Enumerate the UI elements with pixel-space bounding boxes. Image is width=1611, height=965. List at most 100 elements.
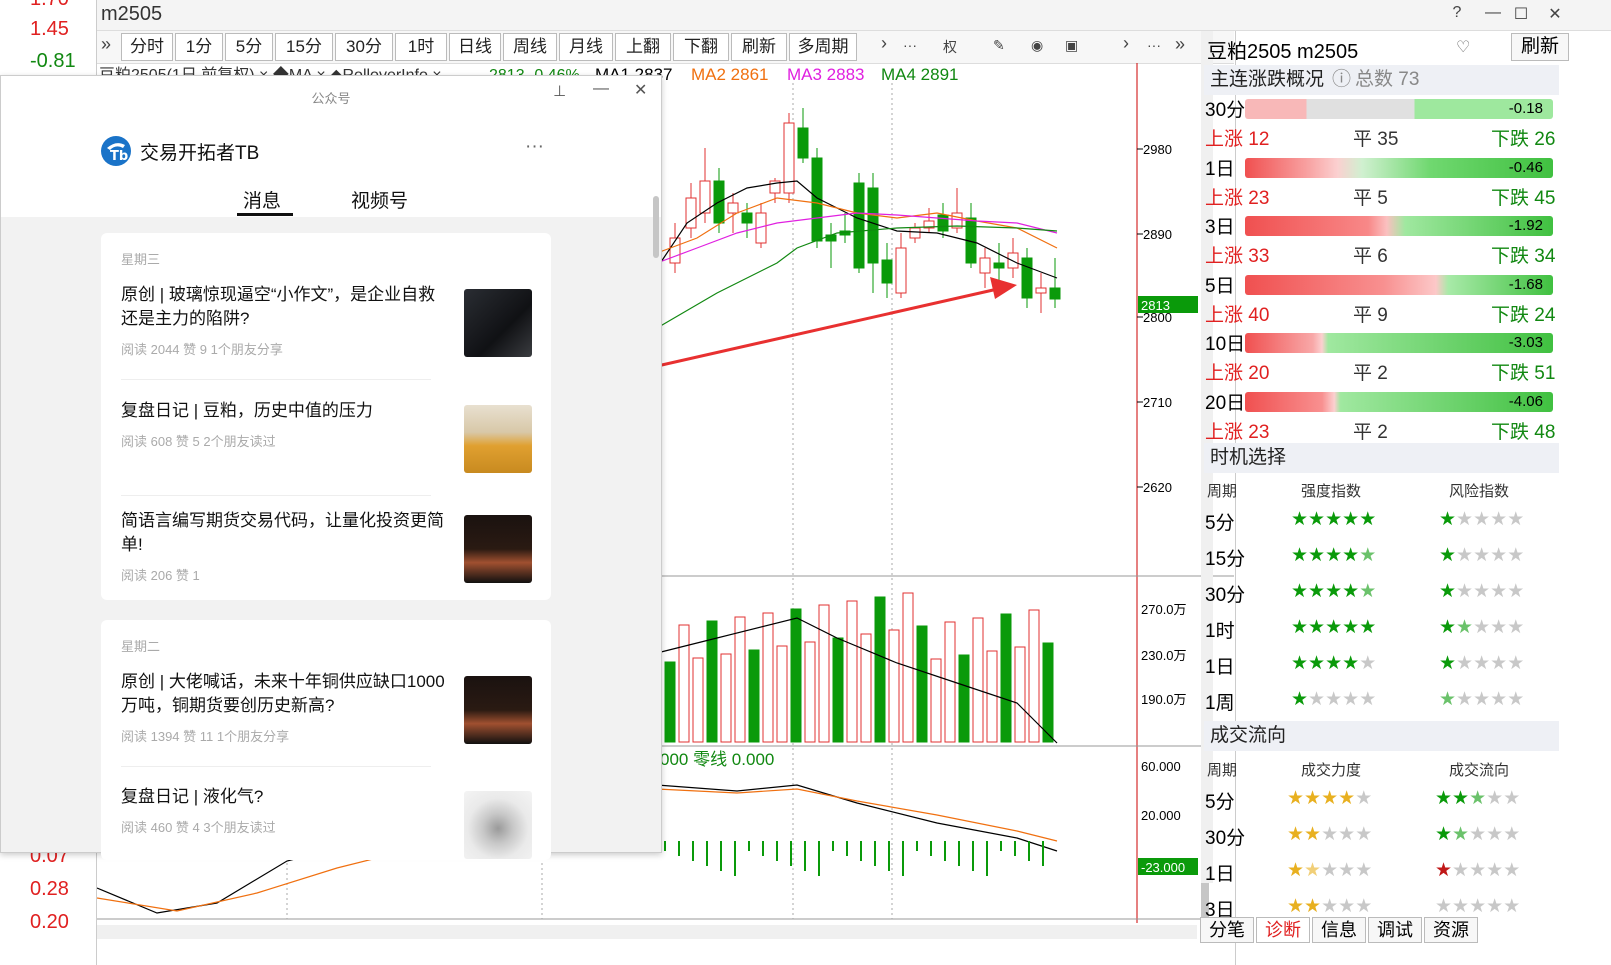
volume-tick-2: 190.0万 [1141, 692, 1187, 707]
pin-icon[interactable]: ⊥ [553, 82, 566, 100]
article-item[interactable]: 原创 | 大佬喊话，未来十年铜供应缺口1000万吨，铜期货要创历史新高? 阅读 1… [121, 670, 451, 745]
period-button-1[interactable]: 1分 [175, 33, 223, 61]
timing-period-3: 1时 [1205, 621, 1235, 642]
bottom-tab-1[interactable]: 诊断 [1256, 917, 1310, 943]
article-meta: 阅读 608 赞 5 2个朋友读过 [121, 434, 276, 449]
timing-col-header-1: 强度指数 [1301, 483, 1362, 500]
period-button-11[interactable]: 刷新 [731, 33, 787, 61]
timing-period-5: 1周 [1205, 693, 1235, 714]
close-icon[interactable]: ✕ [1543, 4, 1567, 24]
eye-icon[interactable]: ◉ [1031, 37, 1043, 54]
period-button-7[interactable]: 周线 [503, 33, 557, 61]
article-thumbnail[interactable] [464, 289, 532, 357]
overview-flat-0: 平 35 [1353, 129, 1399, 150]
overview-bar-5: -4.06 [1245, 391, 1553, 412]
popup-close-icon[interactable]: ✕ [634, 80, 647, 100]
popup-minimize-icon[interactable]: — [593, 80, 609, 98]
volume-bar-7 [762, 612, 774, 743]
article-title[interactable]: 复盘日记 | 豆粕，历史中值的压力 [121, 399, 451, 423]
layout-icon[interactable]: ▣ [1065, 37, 1078, 54]
favorite-icon[interactable]: ♡ [1456, 37, 1470, 57]
tab-messages[interactable]: 消息 [243, 186, 281, 213]
timing-strength-stars-0: ★★★★★ [1291, 509, 1377, 530]
candle-body-19 [937, 214, 949, 232]
period-button-5[interactable]: 1时 [395, 33, 447, 61]
period-button-4[interactable]: 30分 [335, 33, 393, 61]
article-item[interactable]: 复盘日记 | 豆粕，历史中值的压力阅读 608 赞 5 2个朋友读过 [121, 399, 451, 450]
more-icon[interactable]: ··· [525, 136, 544, 158]
candle-body-25 [1021, 257, 1033, 299]
candle-body-15 [881, 259, 893, 284]
pen-icon[interactable]: ✎ [993, 37, 1005, 54]
timing-period-1: 15分 [1205, 549, 1246, 570]
toolbar-quan-icon[interactable]: 权 [943, 37, 957, 57]
period-button-2[interactable]: 5分 [225, 33, 273, 61]
overview-up-1: 上涨 23 [1205, 187, 1270, 209]
article-item[interactable]: 简语言编写期货交易代码，让量化投资更简单! 阅读 206 赞 1 [121, 509, 451, 584]
bottom-tab-0[interactable]: 分笔 [1200, 917, 1254, 943]
legend-ma3: MA3 2883 [787, 65, 865, 84]
refresh-button[interactable]: 刷新 [1511, 33, 1569, 61]
timing-strength-stars-5: ★★★★★ [1291, 689, 1377, 710]
timing-risk-stars-2: ★★★★★ [1439, 581, 1525, 602]
price-tick-3: 2710 [1143, 395, 1172, 410]
article-title[interactable]: 复盘日记 | 液化气? [121, 785, 451, 809]
flow-power-stars-0: ★★★★★ [1287, 788, 1373, 809]
period-button-12[interactable]: 多周期 [789, 33, 857, 61]
period-button-8[interactable]: 月线 [559, 33, 613, 61]
overview-bar-value-4: -3.03 [1508, 334, 1543, 351]
article-thumbnail[interactable] [464, 515, 532, 583]
timing-strength-stars-1: ★★★★★ [1291, 545, 1377, 566]
left-price-5: 0.20 [30, 911, 69, 933]
flow-direction-stars-1: ★★★★★ [1435, 824, 1521, 845]
maximize-icon[interactable]: ☐ [1509, 4, 1533, 24]
candle-body-22 [979, 257, 991, 274]
flow-col-header-1: 成交力度 [1301, 762, 1362, 779]
article-title[interactable]: 原创 | 大佬喊话，未来十年铜供应缺口1000万吨，铜期货要创历史新高? [121, 670, 451, 718]
bottom-tab-3[interactable]: 调试 [1368, 917, 1422, 943]
legend-ma4: MA4 2891 [881, 65, 959, 84]
article-item[interactable]: 原创 | 玻璃惊现逼空“小作文”，是企业自救还是主力的陷阱? 阅读 2044 赞 … [121, 283, 451, 358]
period-button-6[interactable]: 日线 [449, 33, 501, 61]
article-title[interactable]: 原创 | 玻璃惊现逼空“小作文”，是企业自救还是主力的陷阱? [121, 283, 451, 331]
article-thumbnail[interactable] [464, 405, 532, 473]
overview-down-3: 下跌 24 [1491, 304, 1556, 326]
candle-body-23 [993, 262, 1005, 269]
help-icon[interactable]: ? [1445, 4, 1469, 22]
article-item[interactable]: 复盘日记 | 液化气? 阅读 460 赞 4 3个朋友读过 [121, 785, 451, 836]
overview-bar-value-1: -0.46 [1508, 158, 1543, 176]
bottom-tab-4[interactable]: 资源 [1424, 917, 1478, 943]
help-circle-icon[interactable]: ⓘ [1332, 69, 1351, 90]
toolbar-right-arrow-icon[interactable]: › [1123, 33, 1129, 54]
bottom-tab-2[interactable]: 信息 [1312, 917, 1366, 943]
volume-bar-1 [678, 624, 690, 743]
article-separator [121, 495, 431, 496]
overview-up-3: 上涨 40 [1205, 304, 1270, 326]
article-thumbnail[interactable] [464, 676, 532, 744]
article-thumbnail[interactable] [464, 791, 532, 859]
overview-up-4: 上涨 20 [1205, 363, 1270, 384]
volume-bar-9 [790, 608, 802, 743]
flow-power-stars-2: ★★★★★ [1287, 860, 1373, 881]
candle-body-16 [895, 247, 907, 294]
volume-bar-27 [1042, 642, 1054, 743]
period-button-10[interactable]: 下翻 [673, 33, 729, 61]
toolbar-dots-icon[interactable]: ··· [903, 37, 917, 53]
toolbar-right-dots-icon[interactable]: ··· [1147, 37, 1161, 53]
volume-bar-13 [846, 600, 858, 743]
left-price-2: -0.81 [30, 50, 76, 72]
flow-direction-stars-3: ★★★★★ [1435, 896, 1521, 917]
article-title[interactable]: 简语言编写期货交易代码，让量化投资更简单! [121, 509, 451, 557]
period-button-0[interactable]: 分时 [121, 33, 173, 61]
toolbar-collapse-icon[interactable]: » [1175, 34, 1185, 55]
tab-channels[interactable]: 视频号 [351, 186, 408, 213]
toolbar-expand-icon[interactable]: » [101, 34, 111, 55]
flow-period-0: 5分 [1205, 792, 1235, 813]
period-button-3[interactable]: 15分 [275, 33, 333, 61]
popup-scrollbar[interactable] [653, 196, 659, 258]
overview-bar-0: -0.18 [1245, 99, 1553, 119]
period-button-9[interactable]: 上翻 [615, 33, 671, 61]
price-tick-0: 2980 [1143, 142, 1172, 157]
minimize-icon[interactable]: — [1481, 4, 1505, 22]
toolbar-next-icon[interactable]: › [881, 33, 887, 54]
